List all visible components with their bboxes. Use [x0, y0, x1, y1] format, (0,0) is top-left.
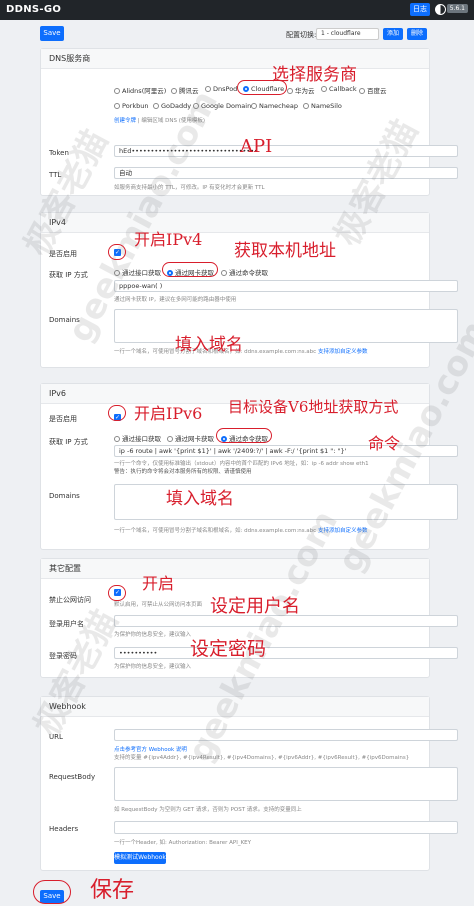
log-button[interactable]: 日志: [410, 3, 430, 16]
delete-config-button[interactable]: 删除: [407, 28, 427, 40]
annotation-circle-ipv6-cmd: [216, 428, 272, 443]
annotation-circle-public: [108, 585, 126, 601]
ipv4-method-cmd[interactable]: 通过命令获取: [221, 267, 268, 277]
provider-radio-porkbun[interactable]: Porkbun: [114, 102, 148, 110]
ipv6-method-url[interactable]: 通过接口获取: [114, 433, 161, 443]
headers-help: 一行一个Header, 如: Authorization: Bearer API…: [114, 840, 252, 846]
annotation-provider: 选择服务商: [272, 65, 357, 85]
provider-radio-alidns[interactable]: Alidns(阿里云): [114, 85, 166, 95]
config-label: 配置切换:: [286, 31, 317, 39]
ipv4-interface-help: 通过网卡获取 IP，建议在多网可能的路由器中使用: [114, 297, 237, 303]
username-help: 为保护你的信息安全，建议输入: [114, 632, 192, 638]
annotation-circle-ipv4-nic: [162, 262, 218, 277]
config-select[interactable]: 1 - cloudflare: [316, 28, 379, 40]
ipv6-domains-label: Domains: [49, 492, 80, 500]
provider-radio-huawei[interactable]: 华为云: [287, 85, 315, 95]
request-body-label: RequestBody: [49, 773, 96, 781]
provider-radio-namecheap[interactable]: Namecheap: [251, 102, 298, 110]
annotation-public: 开启: [142, 574, 175, 593]
annotation-enable6: 开启IPv6: [134, 404, 203, 423]
headers-label: Headers: [49, 825, 79, 833]
ipv4-method-label: 获取 IP 方式: [49, 271, 88, 279]
headers-textarea[interactable]: [114, 821, 458, 834]
provider-radio-baidu[interactable]: 百度云: [359, 85, 387, 95]
password-input[interactable]: ••••••••••: [114, 647, 458, 659]
public-access-help: 默认启用，可禁止从公网访问本页面: [114, 602, 203, 608]
save-button[interactable]: Save: [40, 26, 64, 41]
webhook-url-help: 支持的变量 #{ipv4Addr}, #{ipv4Result}, #{ipv4…: [114, 755, 410, 761]
annotation-v6cmd: 目标设备V6地址获取方式: [228, 398, 399, 416]
half-circle-icon[interactable]: [435, 4, 446, 15]
annotation-circle-save: [33, 880, 71, 904]
ipv4-custom-params-link[interactable]: 支持添加自定义参数: [318, 349, 368, 355]
ipv6-method-label: 获取 IP 方式: [49, 438, 88, 446]
ipv6-method-nic[interactable]: 通过网卡获取: [167, 433, 214, 443]
ipv6-command-warning: 警告：执行的命令将会对本服务所有的权限、请谨慎使用: [114, 469, 252, 475]
ipv6-command-help: 一行一个命令，仅使用标准输出（stdout）内容中的首个匹配的 IPv6 地址，…: [114, 461, 369, 467]
webhook-doc-link[interactable]: 点击参考官方 Webhook 说明: [114, 745, 187, 753]
annotation-cmd: 命令: [368, 434, 401, 453]
annotation-enable4: 开启IPv4: [134, 230, 203, 249]
provider-radio-namesilo[interactable]: NameSilo: [303, 102, 342, 110]
annotation-circle-ipv6-enable: [108, 405, 126, 421]
annotation-user: 设定用户名: [210, 596, 300, 617]
ipv6-enable-label: 是否启用: [49, 415, 77, 423]
password-help: 为保护你的信息安全，建议输入: [114, 664, 192, 670]
navbar: DDNS-GO 日志 5.6.1: [0, 0, 474, 20]
provider-radio-callback[interactable]: Callback: [321, 85, 357, 93]
dns-card-title: DNS服务商: [41, 49, 429, 69]
request-body-textarea[interactable]: [114, 767, 458, 801]
ipv4-domains-textarea[interactable]: [114, 309, 458, 343]
annotation-save: 保存: [90, 878, 135, 903]
provider-radio-dnspod[interactable]: DnsPod: [205, 85, 237, 93]
app-brand[interactable]: DDNS-GO: [6, 4, 61, 15]
webhook-url-input[interactable]: [114, 729, 458, 741]
request-body-help: 如 RequestBody 为空则为 GET 请求，否则为 POST 请求。支持…: [114, 807, 302, 813]
annotation-domains4: 填入域名: [175, 335, 243, 355]
version-badge: 5.6.1: [446, 4, 468, 13]
ipv4-interface-select[interactable]: pppoe-wan( ): [114, 280, 458, 292]
add-config-button[interactable]: 添加: [383, 28, 403, 40]
annotation-nic: 获取本机地址: [234, 241, 336, 261]
create-token-link[interactable]: 创建令牌: [114, 118, 136, 124]
annotation-api: API: [240, 136, 273, 157]
annotation-pass: 设定密码: [190, 638, 267, 660]
test-webhook-button[interactable]: 模拟测试Webhook: [114, 852, 166, 864]
annotation-circle-ipv4-enable: [108, 244, 126, 260]
annotation-domains6: 填入域名: [166, 489, 234, 509]
